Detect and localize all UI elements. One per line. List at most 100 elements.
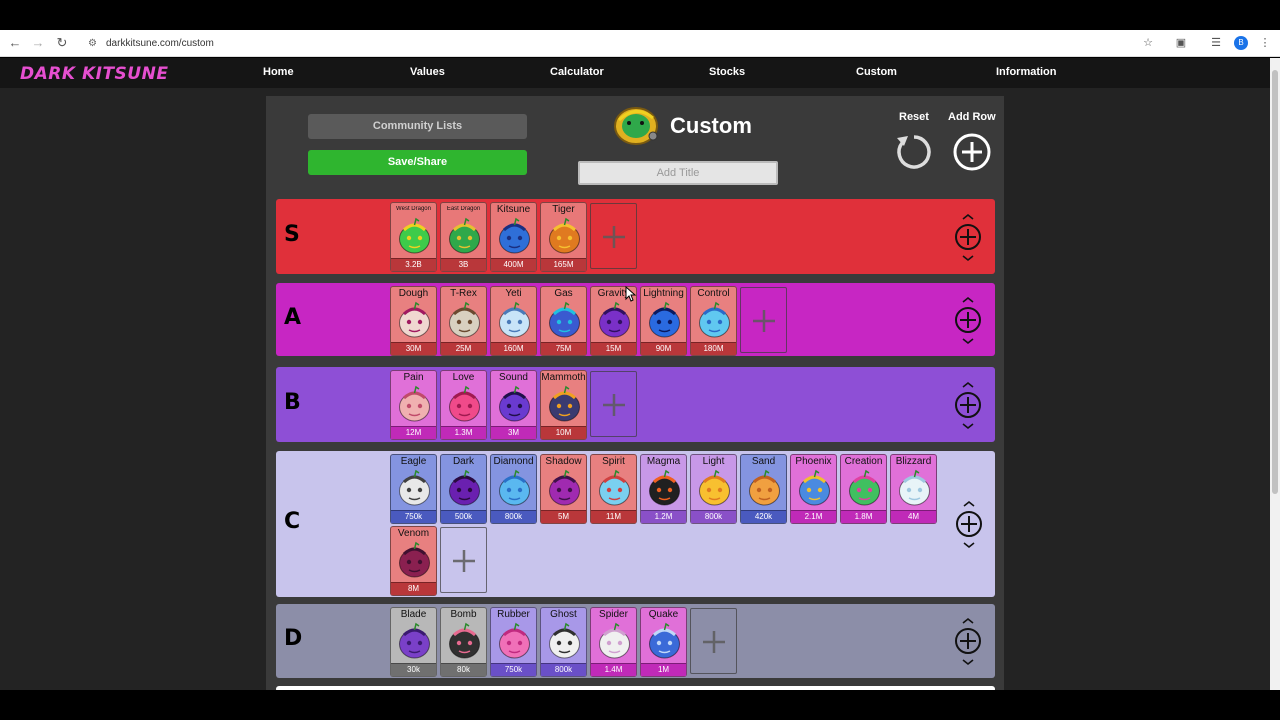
- media-icon[interactable]: ☰: [1207, 35, 1225, 52]
- fruit-tile[interactable]: East Dragon 3B: [440, 202, 487, 272]
- fruit-tile[interactable]: Mammoth 10M: [540, 370, 587, 440]
- fruit-tile[interactable]: Spider 1.4M: [590, 607, 637, 677]
- reload-icon[interactable]: ↻: [52, 34, 72, 52]
- fruit-tile[interactable]: Love 1.3M: [440, 370, 487, 440]
- tier-label[interactable]: B: [284, 390, 301, 415]
- fruit-name: Mammoth: [541, 372, 586, 383]
- fruit-icon: [699, 469, 730, 506]
- forward-icon[interactable]: →: [28, 34, 48, 52]
- fruit-name: Dark: [452, 456, 475, 467]
- fruit-tile[interactable]: Spirit 11M: [590, 454, 637, 524]
- fruit-tile[interactable]: Rubber 750k: [490, 607, 537, 677]
- fruit-tile[interactable]: Diamond 800k: [490, 454, 537, 524]
- fruit-icon: [499, 622, 530, 659]
- fruit-name: West Dragon: [396, 206, 431, 212]
- fruit-tile[interactable]: Eagle 750k: [390, 454, 437, 524]
- fruit-tile[interactable]: Magma 1.2M: [640, 454, 687, 524]
- bookmark-star-icon[interactable]: ☆: [1139, 35, 1157, 52]
- row-controls-icons[interactable]: [953, 207, 983, 267]
- nav-information[interactable]: Information: [996, 66, 1057, 78]
- menu-kebab-icon[interactable]: ⋮: [1256, 35, 1274, 52]
- fruit-tile[interactable]: Lightning 90M: [640, 286, 687, 356]
- fruit-tile[interactable]: Gas 75M: [540, 286, 587, 356]
- fruit-tile[interactable]: Kitsune 400M: [490, 202, 537, 272]
- add-fruit-button[interactable]: [740, 287, 787, 353]
- nav-stocks[interactable]: Stocks: [709, 66, 745, 78]
- fruit-value: 800k: [691, 510, 736, 523]
- save-share-button[interactable]: Save/Share: [308, 150, 527, 175]
- fruit-tile[interactable]: Ghost 800k: [540, 607, 587, 677]
- fruit-name: Ghost: [550, 609, 577, 620]
- fruit-tile[interactable]: Control 180M: [690, 286, 737, 356]
- fruit-tile[interactable]: Light 800k: [690, 454, 737, 524]
- fruit-value: 800k: [541, 663, 586, 676]
- scrollbar-thumb[interactable]: [1272, 70, 1278, 494]
- fruit-tile[interactable]: Dough 30M: [390, 286, 437, 356]
- fruit-icon: [899, 469, 930, 506]
- fruit-icon: [649, 469, 680, 506]
- fruit-tile[interactable]: Dark 500k: [440, 454, 487, 524]
- site-navbar: DARK KITSUNE Home Values Calculator Stoc…: [0, 58, 1270, 88]
- nav-custom[interactable]: Custom: [856, 66, 897, 78]
- tier-label[interactable]: S: [284, 222, 300, 247]
- fruit-name: Magma: [646, 456, 681, 467]
- fruit-tile[interactable]: Shadow 5M: [540, 454, 587, 524]
- fruit-value: 15M: [591, 342, 636, 355]
- row-controls-icons[interactable]: [953, 290, 983, 350]
- fruit-value: 90M: [641, 342, 686, 355]
- fruit-name: T-Rex: [450, 288, 477, 299]
- nav-calculator[interactable]: Calculator: [550, 66, 604, 78]
- plus-icon: [453, 550, 475, 572]
- address-text: darkkitsune.com/custom: [106, 38, 214, 49]
- fruit-icon: [399, 301, 430, 338]
- fruit-tile[interactable]: Blade 30k: [390, 607, 437, 677]
- add-fruit-button[interactable]: [690, 608, 737, 674]
- fruit-tile[interactable]: Yeti 160M: [490, 286, 537, 356]
- fruit-tile[interactable]: Sand 420k: [740, 454, 787, 524]
- row-controls-icons[interactable]: [953, 611, 983, 671]
- nav-home[interactable]: Home: [263, 66, 294, 78]
- site-info-icon[interactable]: ⚙: [88, 34, 97, 53]
- tier-label[interactable]: C: [284, 509, 300, 534]
- community-lists-button[interactable]: Community Lists: [308, 114, 527, 139]
- site-logo[interactable]: DARK KITSUNE: [20, 64, 168, 84]
- address-bar[interactable]: ⚙ darkkitsune.com/custom: [86, 34, 1136, 53]
- row-controls-icons[interactable]: [953, 375, 983, 435]
- tier-row-b: B Pain 12M Love 1.3M Sound 3M Mammoth 10M: [276, 367, 995, 442]
- add-fruit-button[interactable]: [440, 527, 487, 593]
- fruit-tile[interactable]: Quake 1M: [640, 607, 687, 677]
- reset-icon[interactable]: [894, 132, 934, 172]
- extension-icon[interactable]: ▣: [1172, 35, 1190, 52]
- fruit-tile[interactable]: Pain 12M: [390, 370, 437, 440]
- fruit-tile[interactable]: T-Rex 25M: [440, 286, 487, 356]
- fruit-name: Bomb: [450, 609, 477, 620]
- fruit-tile[interactable]: West Dragon 3.2B: [390, 202, 437, 272]
- nav-values[interactable]: Values: [410, 66, 445, 78]
- move-down-icon: [962, 422, 974, 429]
- fruit-tile[interactable]: Sound 3M: [490, 370, 537, 440]
- page-title: Custom: [670, 113, 752, 138]
- tier-label[interactable]: D: [284, 626, 302, 651]
- fruit-icon: [399, 469, 430, 506]
- row-controls-icons[interactable]: [954, 494, 984, 554]
- fruit-tile[interactable]: Blizzard 4M: [890, 454, 937, 524]
- fruit-name: Pain: [403, 372, 424, 383]
- profile-avatar[interactable]: B: [1234, 36, 1248, 50]
- fruit-value: 3B: [441, 258, 486, 271]
- fruit-tile[interactable]: Tiger 165M: [540, 202, 587, 272]
- fruit-tile[interactable]: Venom 8M: [390, 526, 437, 596]
- fruit-icon: [449, 217, 480, 254]
- tier-label[interactable]: A: [284, 305, 301, 330]
- back-icon[interactable]: ←: [5, 34, 25, 52]
- fruit-tile[interactable]: Bomb 80k: [440, 607, 487, 677]
- add-fruit-button[interactable]: [590, 203, 637, 269]
- fruit-value: 500k: [441, 510, 486, 523]
- add-title-input[interactable]: Add Title: [578, 161, 778, 185]
- add-fruit-button[interactable]: [590, 371, 637, 437]
- fruit-name: Control: [697, 288, 730, 299]
- add-row-icon[interactable]: [952, 132, 992, 172]
- screen-bottom-bar: [0, 690, 1280, 720]
- fruit-tile[interactable]: Creation 1.8M: [840, 454, 887, 524]
- move-down-icon: [962, 659, 974, 666]
- fruit-tile[interactable]: Phoenix 2.1M: [790, 454, 837, 524]
